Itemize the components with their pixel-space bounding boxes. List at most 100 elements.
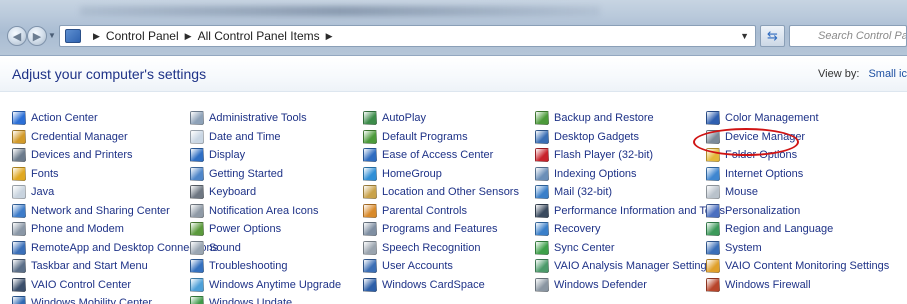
control-panel-item[interactable]: HomeGroup: [363, 165, 442, 183]
power-icon: [190, 222, 204, 236]
control-panel-item[interactable]: Windows Anytime Upgrade: [190, 276, 341, 294]
control-panel-item[interactable]: Device Manager: [706, 128, 805, 146]
vault-icon: [12, 129, 26, 144]
control-panel-item[interactable]: Notification Area Icons: [190, 202, 318, 220]
recent-pages-dropdown-icon[interactable]: ▼: [48, 31, 56, 40]
control-panel-item-label: Color Management: [725, 112, 819, 124]
control-panel-item[interactable]: Fonts: [12, 165, 59, 183]
control-panel-item[interactable]: Sound: [190, 239, 241, 257]
control-panel-item[interactable]: Sync Center: [535, 239, 615, 257]
control-panel-item-label: Credential Manager: [31, 130, 128, 143]
control-panel-item[interactable]: Devices and Printers: [12, 146, 133, 164]
control-panel-item[interactable]: Region and Language: [706, 220, 833, 238]
page-title: Adjust your computer's settings: [12, 66, 207, 82]
control-panel-item-label: Windows Defender: [554, 278, 647, 291]
control-panel-item[interactable]: Date and Time: [190, 128, 281, 146]
control-panel-item[interactable]: Java: [12, 183, 54, 201]
control-panel-item[interactable]: Color Management: [706, 109, 819, 127]
control-panel-item[interactable]: RemoteApp and Desktop Connections: [12, 239, 218, 257]
control-panel-item[interactable]: Taskbar and Start Menu: [12, 257, 148, 275]
breadcrumb-arrow-icon[interactable]: ▶: [185, 31, 192, 42]
control-panel-item[interactable]: Windows Defender: [535, 276, 647, 294]
control-panel-item[interactable]: Windows Update: [190, 294, 292, 304]
backup-icon: [535, 111, 549, 125]
control-panel-item[interactable]: System: [706, 239, 762, 257]
control-panel-item[interactable]: User Accounts: [363, 257, 453, 275]
control-panel-item[interactable]: Desktop Gadgets: [535, 128, 639, 146]
users-icon: [363, 259, 377, 273]
control-panel-item[interactable]: VAIO Content Monitoring Settings: [706, 257, 889, 275]
control-panel-item[interactable]: Mouse: [706, 183, 758, 201]
control-panel-item[interactable]: Getting Started: [190, 165, 283, 183]
personalization-icon: [706, 203, 720, 218]
control-panel-item-label: Folder Options: [725, 149, 798, 161]
control-panel-item[interactable]: Phone and Modem: [12, 220, 124, 238]
address-dropdown-icon[interactable]: ▼: [740, 31, 749, 41]
control-panel-item[interactable]: Speech Recognition: [363, 239, 480, 257]
breadcrumb-arrow-icon[interactable]: ▶: [326, 31, 333, 42]
view-by-label: View by:: [818, 68, 860, 80]
microphone-icon: [363, 240, 377, 255]
control-panel-item-label: Windows Firewall: [725, 278, 811, 291]
homegroup-icon: [363, 166, 377, 181]
control-panel-item[interactable]: Action Center: [12, 109, 98, 127]
control-panel-item-label: VAIO Analysis Manager Settings: [554, 260, 713, 272]
control-panel-item[interactable]: Display: [190, 146, 245, 164]
control-panel-item[interactable]: Credential Manager: [12, 128, 128, 146]
control-panel-item-label: Phone and Modem: [31, 223, 124, 235]
control-panel-item[interactable]: Performance Information and Tools: [535, 202, 725, 220]
breadcrumb-control-panel[interactable]: Control Panel: [106, 29, 179, 43]
control-panel-item-label: Java: [31, 186, 55, 198]
control-panel-item[interactable]: Programs and Features: [363, 220, 498, 238]
control-panel-item[interactable]: Mail (32-bit): [535, 183, 612, 201]
control-panel-item-label: Programs and Features: [382, 223, 498, 235]
vaio-icon: [12, 277, 26, 292]
control-panel-item-label: Troubleshooting: [209, 260, 288, 272]
control-panel-item-label: Windows CardSpace: [382, 278, 485, 291]
control-panel-item[interactable]: AutoPlay: [363, 109, 426, 127]
control-panel-item[interactable]: Troubleshooting: [190, 257, 287, 275]
control-panel-item-label: Internet Options: [725, 167, 804, 180]
control-panel-item[interactable]: Internet Options: [706, 165, 803, 183]
keyboard-icon: [190, 185, 204, 199]
control-panel-item-label: Speech Recognition: [382, 241, 481, 254]
mail-icon: [535, 185, 549, 199]
forward-button[interactable]: ▶: [27, 26, 47, 46]
control-panel-item[interactable]: Windows Firewall: [706, 276, 811, 294]
control-panel-item[interactable]: Windows CardSpace: [363, 276, 485, 294]
control-panel-item[interactable]: Personalization: [706, 202, 800, 220]
control-panel-item[interactable]: Power Options: [190, 220, 281, 238]
control-panel-item[interactable]: Recovery: [535, 220, 600, 238]
view-by-dropdown[interactable]: Small ic: [868, 68, 907, 80]
java-icon: [12, 185, 26, 199]
search-input[interactable]: Search Control Panel: [789, 25, 907, 47]
control-panel-item[interactable]: Ease of Access Center: [363, 146, 493, 164]
control-panel-item-label: Administrative Tools: [209, 112, 307, 124]
control-panel-item[interactable]: Folder Options: [706, 146, 797, 164]
control-panel-item[interactable]: Network and Sharing Center: [12, 202, 170, 220]
control-panel-item-label: Windows Anytime Upgrade: [209, 278, 342, 291]
control-panel-item[interactable]: Default Programs: [363, 128, 468, 146]
control-panel-item[interactable]: Backup and Restore: [535, 109, 654, 127]
control-panel-item[interactable]: Administrative Tools: [190, 109, 307, 127]
back-button[interactable]: ◀: [7, 26, 27, 46]
control-panel-item[interactable]: VAIO Control Center: [12, 276, 131, 294]
indexing-icon: [535, 166, 549, 181]
control-panel-item[interactable]: Parental Controls: [363, 202, 467, 220]
breadcrumb-all-items[interactable]: All Control Panel Items: [198, 29, 320, 43]
control-panel-items: Action Center Credential Manager Devices a…: [0, 109, 907, 304]
remoteapp-icon: [12, 240, 26, 255]
refresh-button[interactable]: ⇆: [760, 25, 785, 47]
control-panel-item[interactable]: Location and Other Sensors: [363, 183, 519, 201]
control-panel-item[interactable]: Keyboard: [190, 183, 256, 201]
control-panel-item[interactable]: Windows Mobility Center: [12, 294, 152, 304]
breadcrumb-arrow-icon[interactable]: ▶: [93, 31, 100, 42]
control-panel-item-label: Backup and Restore: [554, 112, 654, 124]
control-panel-item[interactable]: Flash Player (32-bit): [535, 146, 653, 164]
control-panel-item[interactable]: VAIO Analysis Manager Settings: [535, 257, 712, 275]
address-bar[interactable]: ▶ Control Panel ▶ All Control Panel Item…: [59, 25, 756, 47]
control-panel-item[interactable]: Indexing Options: [535, 165, 637, 183]
phone-icon: [12, 222, 26, 236]
firewall-icon: [706, 277, 720, 292]
system-icon: [706, 240, 720, 255]
